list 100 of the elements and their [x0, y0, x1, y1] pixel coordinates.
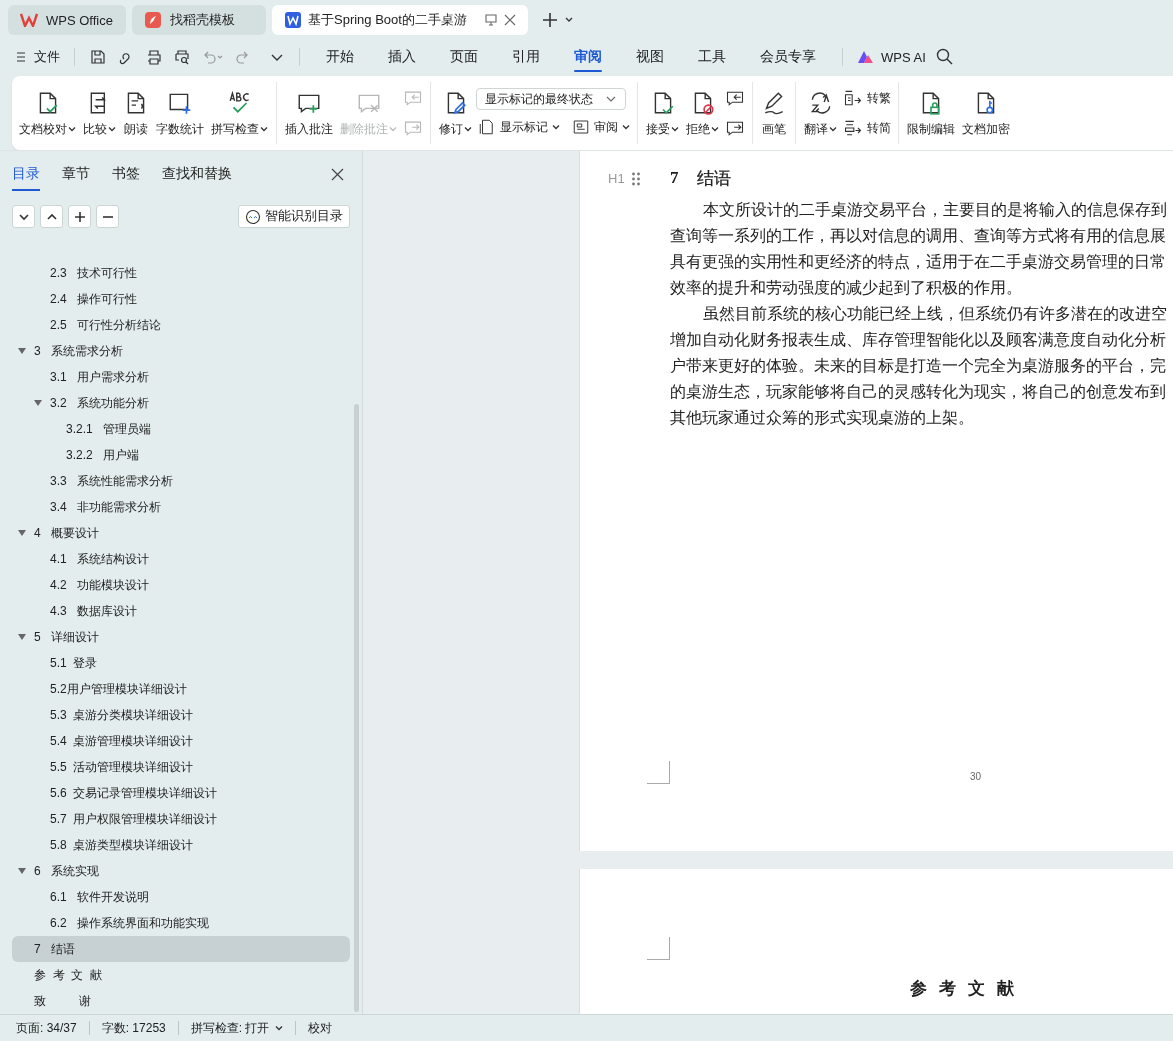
toc-entry[interactable]: 6.2 操作系统界面和功能实现 [12, 910, 350, 936]
toc-entry[interactable]: 5.7 用户权限管理模块详细设计 [12, 806, 350, 832]
ribbon-button[interactable]: 拒绝 [683, 85, 722, 141]
ribbon-button[interactable]: 文档加密 [959, 85, 1013, 141]
spell-check-status[interactable]: 拼写检查: 打开 [190, 1019, 284, 1037]
ribbon-tab[interactable]: 引用 [500, 42, 552, 72]
ribbon-tab[interactable]: 会员专享 [748, 42, 828, 72]
toc-entry-text: 4.2 功能模块设计 [50, 576, 149, 594]
ribbon-button[interactable]: 翻译 [801, 85, 840, 141]
ribbon-button[interactable]: 接受 [643, 85, 682, 141]
toc-entry[interactable]: 5 详细设计 [12, 624, 350, 650]
app-tab[interactable]: 找稻壳模板 [132, 5, 266, 35]
ribbon-small-button[interactable]: 转简 [841, 116, 893, 140]
toc-entry[interactable]: 3.1 用户需求分析 [12, 364, 350, 390]
print-icon[interactable] [146, 49, 162, 65]
toc-entry[interactable]: 3.3 系统性能需求分析 [12, 468, 350, 494]
add-button[interactable] [68, 205, 91, 228]
drag-handle-icon[interactable] [630, 171, 641, 186]
simplified-icon [843, 118, 863, 138]
toc-entry[interactable]: 5.1 登录 [12, 650, 350, 676]
toc-entry-text: 7 结语 [34, 940, 75, 958]
toc-entry-text: 4.1 系统结构设计 [50, 550, 149, 568]
pane-tab[interactable]: 书签 [112, 161, 140, 187]
monitor-icon[interactable] [484, 13, 498, 27]
save-icon[interactable] [90, 49, 106, 65]
ribbon-button[interactable]: 字数统计 [153, 85, 207, 141]
word-count[interactable]: 字数: 17253 [101, 1019, 166, 1037]
pane-tab[interactable]: 章节 [62, 161, 90, 187]
toc-entry[interactable]: 2.3 技术可行性 [12, 260, 350, 286]
ribbon-tab[interactable]: 工具 [686, 42, 738, 72]
ribbon-button[interactable]: 文档校对 [16, 85, 79, 141]
toc-entry[interactable]: 4.3 数据库设计 [12, 598, 350, 624]
ribbon-tab[interactable]: 视图 [624, 42, 676, 72]
toc-entry[interactable]: 6.1 软件开发说明 [12, 884, 350, 910]
toc-entry[interactable]: 3 系统需求分析 [12, 338, 350, 364]
toc-entry[interactable]: 5.2用户管理模块详细设计 [12, 676, 350, 702]
toc-entry-text: 3 系统需求分析 [34, 342, 123, 360]
ribbon-tab[interactable]: 页面 [438, 42, 490, 72]
body-text-line: 虽然目前系统的核心功能已经上线，但系统仍有许多潜在的改进空 [702, 304, 1168, 325]
expand-arrow-icon[interactable] [18, 530, 26, 536]
toc-entry[interactable]: 7 结语 [12, 936, 350, 962]
ribbon-button[interactable]: 画笔 [758, 85, 790, 141]
remove-button[interactable] [96, 205, 119, 228]
toc-entry-text: 6.2 操作系统界面和功能实现 [50, 914, 209, 932]
close-icon[interactable] [504, 14, 516, 26]
ribbon-button[interactable]: 限制编辑 [904, 85, 958, 141]
ai-button[interactable]: WPS AI [857, 49, 926, 65]
ribbon-tab[interactable]: 开始 [314, 42, 366, 72]
toc-entry[interactable]: 5.6 交易记录管理模块详细设计 [12, 780, 350, 806]
new-tab-icon[interactable] [542, 12, 558, 28]
toc-entry[interactable]: 5.3 桌游分类模块详细设计 [12, 702, 350, 728]
plus-icon [73, 210, 86, 223]
expand-arrow-icon[interactable] [18, 348, 26, 354]
caret-icon [275, 1024, 284, 1032]
ribbon-button[interactable]: 朗读 [120, 85, 152, 141]
collapse-down-button[interactable] [12, 205, 35, 228]
markup-dropdown[interactable]: 显示标记的最终状态 [476, 88, 626, 110]
toc-entry[interactable]: 3.2.1 管理员端 [12, 416, 350, 442]
search-icon[interactable] [935, 48, 954, 66]
toc-entry[interactable]: 5.4 桌游管理模块详细设计 [12, 728, 350, 754]
collapse-up-button[interactable] [40, 205, 63, 228]
toc-entry[interactable]: 参 考 文 献 [12, 962, 350, 988]
pane-tab[interactable]: 查找和替换 [162, 161, 232, 187]
review-pane-icon [572, 118, 590, 136]
app-tab[interactable]: 基于Spring Boot的二手桌游 [272, 5, 528, 35]
toc-entry[interactable]: 3.2.2 用户端 [12, 442, 350, 468]
ribbon-button[interactable]: 拼写检查 [208, 85, 271, 141]
toc-entry[interactable]: 4.1 系统结构设计 [12, 546, 350, 572]
ribbon-small-button[interactable]: 显示标记 [476, 116, 562, 138]
toc-entry[interactable]: 5.5 活动管理模块详细设计 [12, 754, 350, 780]
toc-entry[interactable]: 2.4 操作可行性 [12, 286, 350, 312]
toc-entry[interactable]: 3.2 系统功能分析 [12, 390, 350, 416]
ribbon-small-button[interactable]: 审阅 [570, 116, 632, 138]
toc-entry[interactable]: 3.4 非功能需求分析 [12, 494, 350, 520]
toc-entry[interactable]: 5.8 桌游类型模块详细设计 [12, 832, 350, 858]
ribbon-tab[interactable]: 审阅 [562, 42, 614, 72]
file-menu-button[interactable]: 文件 [16, 48, 60, 66]
toc-entry-text: 3.3 系统性能需求分析 [50, 472, 173, 490]
app-tab[interactable]: WPS Office [8, 5, 126, 35]
toc-entry[interactable]: 4 概要设计 [12, 520, 350, 546]
ribbon-button[interactable]: 修订 [436, 85, 475, 141]
page-count[interactable]: 页面: 34/37 [16, 1019, 77, 1037]
expand-arrow-icon[interactable] [18, 868, 26, 874]
toc-entry[interactable]: 2.5 可行性分析结论 [12, 312, 350, 338]
print-preview-icon[interactable] [174, 49, 190, 65]
proofread-status[interactable]: 校对 [308, 1019, 333, 1037]
expand-arrow-icon[interactable] [34, 400, 42, 406]
smart-toc-button[interactable]: 智能识别目录 [238, 205, 350, 228]
expand-arrow-icon[interactable] [18, 634, 26, 640]
ribbon-button[interactable]: 比较 [80, 85, 119, 141]
ribbon-button[interactable]: 插入批注 [282, 85, 336, 141]
toc-entry[interactable]: 4.2 功能模块设计 [12, 572, 350, 598]
ribbon-small-button[interactable]: 转繁 [841, 86, 893, 110]
close-icon[interactable] [331, 167, 344, 181]
ribbon-tab[interactable]: 插入 [376, 42, 428, 72]
scrollbar[interactable] [354, 404, 359, 1012]
caret-icon [68, 125, 76, 133]
page-number: 30 [970, 771, 982, 782]
toc-entry[interactable]: 致 谢 [12, 988, 350, 1014]
toc-entry[interactable]: 6 系统实现 [12, 858, 350, 884]
